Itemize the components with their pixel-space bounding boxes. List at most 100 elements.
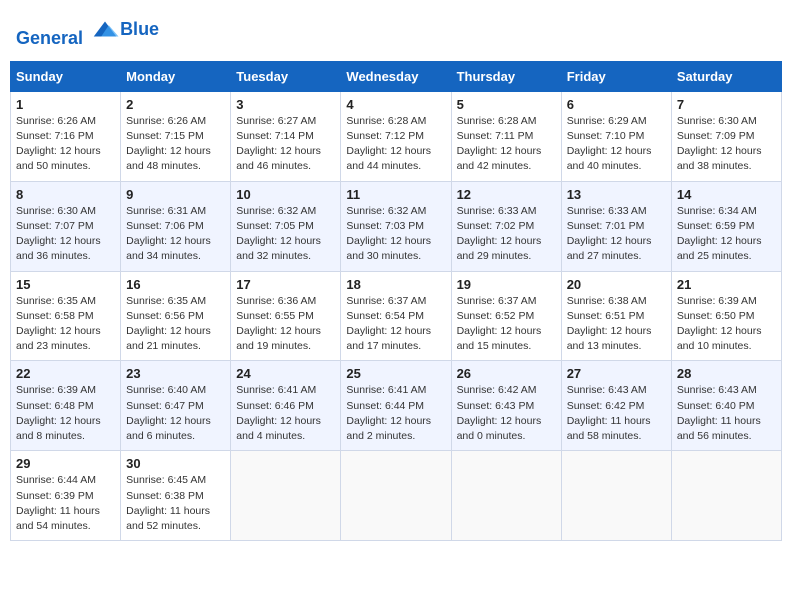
calendar-cell: 10 Sunrise: 6:32 AM Sunset: 7:05 PM Dayl… (231, 181, 341, 271)
calendar-cell: 4 Sunrise: 6:28 AM Sunset: 7:12 PM Dayli… (341, 91, 451, 181)
calendar-cell: 16 Sunrise: 6:35 AM Sunset: 6:56 PM Dayl… (121, 271, 231, 361)
day-number: 28 (677, 366, 776, 381)
calendar-cell: 7 Sunrise: 6:30 AM Sunset: 7:09 PM Dayli… (671, 91, 781, 181)
day-info: Sunrise: 6:38 AM Sunset: 6:51 PM Dayligh… (567, 294, 666, 355)
calendar-cell: 14 Sunrise: 6:34 AM Sunset: 6:59 PM Dayl… (671, 181, 781, 271)
calendar-cell: 18 Sunrise: 6:37 AM Sunset: 6:54 PM Dayl… (341, 271, 451, 361)
day-info: Sunrise: 6:37 AM Sunset: 6:54 PM Dayligh… (346, 294, 445, 355)
calendar-week-row: 29 Sunrise: 6:44 AM Sunset: 6:39 PM Dayl… (11, 451, 782, 541)
day-number: 21 (677, 277, 776, 292)
day-info: Sunrise: 6:41 AM Sunset: 6:46 PM Dayligh… (236, 383, 335, 444)
day-number: 12 (457, 187, 556, 202)
calendar-cell: 29 Sunrise: 6:44 AM Sunset: 6:39 PM Dayl… (11, 451, 121, 541)
day-info: Sunrise: 6:35 AM Sunset: 6:56 PM Dayligh… (126, 294, 225, 355)
day-number: 5 (457, 97, 556, 112)
calendar-cell: 6 Sunrise: 6:29 AM Sunset: 7:10 PM Dayli… (561, 91, 671, 181)
day-number: 3 (236, 97, 335, 112)
day-info: Sunrise: 6:33 AM Sunset: 7:01 PM Dayligh… (567, 204, 666, 265)
day-number: 23 (126, 366, 225, 381)
day-number: 9 (126, 187, 225, 202)
calendar-cell: 25 Sunrise: 6:41 AM Sunset: 6:44 PM Dayl… (341, 361, 451, 451)
day-info: Sunrise: 6:26 AM Sunset: 7:16 PM Dayligh… (16, 114, 115, 175)
day-info: Sunrise: 6:39 AM Sunset: 6:48 PM Dayligh… (16, 383, 115, 444)
day-info: Sunrise: 6:28 AM Sunset: 7:12 PM Dayligh… (346, 114, 445, 175)
calendar-cell: 27 Sunrise: 6:43 AM Sunset: 6:42 PM Dayl… (561, 361, 671, 451)
day-info: Sunrise: 6:34 AM Sunset: 6:59 PM Dayligh… (677, 204, 776, 265)
column-header-monday: Monday (121, 61, 231, 91)
calendar-cell: 15 Sunrise: 6:35 AM Sunset: 6:58 PM Dayl… (11, 271, 121, 361)
day-info: Sunrise: 6:26 AM Sunset: 7:15 PM Dayligh… (126, 114, 225, 175)
day-number: 30 (126, 456, 225, 471)
day-number: 20 (567, 277, 666, 292)
day-info: Sunrise: 6:42 AM Sunset: 6:43 PM Dayligh… (457, 383, 556, 444)
calendar-cell: 11 Sunrise: 6:32 AM Sunset: 7:03 PM Dayl… (341, 181, 451, 271)
day-info: Sunrise: 6:36 AM Sunset: 6:55 PM Dayligh… (236, 294, 335, 355)
calendar-cell (561, 451, 671, 541)
column-header-wednesday: Wednesday (341, 61, 451, 91)
day-number: 6 (567, 97, 666, 112)
day-number: 17 (236, 277, 335, 292)
day-number: 24 (236, 366, 335, 381)
calendar-cell: 26 Sunrise: 6:42 AM Sunset: 6:43 PM Dayl… (451, 361, 561, 451)
day-number: 22 (16, 366, 115, 381)
calendar-cell: 22 Sunrise: 6:39 AM Sunset: 6:48 PM Dayl… (11, 361, 121, 451)
calendar-cell: 9 Sunrise: 6:31 AM Sunset: 7:06 PM Dayli… (121, 181, 231, 271)
day-info: Sunrise: 6:40 AM Sunset: 6:47 PM Dayligh… (126, 383, 225, 444)
calendar-cell: 8 Sunrise: 6:30 AM Sunset: 7:07 PM Dayli… (11, 181, 121, 271)
day-info: Sunrise: 6:44 AM Sunset: 6:39 PM Dayligh… (16, 473, 115, 534)
calendar-week-row: 15 Sunrise: 6:35 AM Sunset: 6:58 PM Dayl… (11, 271, 782, 361)
column-header-tuesday: Tuesday (231, 61, 341, 91)
day-number: 11 (346, 187, 445, 202)
calendar-cell: 21 Sunrise: 6:39 AM Sunset: 6:50 PM Dayl… (671, 271, 781, 361)
column-header-sunday: Sunday (11, 61, 121, 91)
day-info: Sunrise: 6:32 AM Sunset: 7:03 PM Dayligh… (346, 204, 445, 265)
logo-blue: Blue (120, 20, 159, 40)
calendar-week-row: 8 Sunrise: 6:30 AM Sunset: 7:07 PM Dayli… (11, 181, 782, 271)
day-number: 29 (16, 456, 115, 471)
calendar-cell: 1 Sunrise: 6:26 AM Sunset: 7:16 PM Dayli… (11, 91, 121, 181)
day-info: Sunrise: 6:33 AM Sunset: 7:02 PM Dayligh… (457, 204, 556, 265)
calendar-cell (671, 451, 781, 541)
calendar-header-row: SundayMondayTuesdayWednesdayThursdayFrid… (11, 61, 782, 91)
calendar-cell: 17 Sunrise: 6:36 AM Sunset: 6:55 PM Dayl… (231, 271, 341, 361)
calendar-cell (231, 451, 341, 541)
day-number: 19 (457, 277, 556, 292)
calendar-cell: 24 Sunrise: 6:41 AM Sunset: 6:46 PM Dayl… (231, 361, 341, 451)
day-info: Sunrise: 6:27 AM Sunset: 7:14 PM Dayligh… (236, 114, 335, 175)
calendar-cell: 20 Sunrise: 6:38 AM Sunset: 6:51 PM Dayl… (561, 271, 671, 361)
calendar-cell (451, 451, 561, 541)
calendar-cell: 28 Sunrise: 6:43 AM Sunset: 6:40 PM Dayl… (671, 361, 781, 451)
day-number: 15 (16, 277, 115, 292)
day-info: Sunrise: 6:43 AM Sunset: 6:40 PM Dayligh… (677, 383, 776, 444)
logo-text: General (16, 14, 120, 49)
day-info: Sunrise: 6:43 AM Sunset: 6:42 PM Dayligh… (567, 383, 666, 444)
day-info: Sunrise: 6:28 AM Sunset: 7:11 PM Dayligh… (457, 114, 556, 175)
calendar-cell: 2 Sunrise: 6:26 AM Sunset: 7:15 PM Dayli… (121, 91, 231, 181)
day-number: 18 (346, 277, 445, 292)
logo-general: General (16, 28, 83, 48)
day-number: 4 (346, 97, 445, 112)
day-number: 1 (16, 97, 115, 112)
day-info: Sunrise: 6:35 AM Sunset: 6:58 PM Dayligh… (16, 294, 115, 355)
calendar-cell (341, 451, 451, 541)
column-header-thursday: Thursday (451, 61, 561, 91)
day-number: 25 (346, 366, 445, 381)
day-number: 2 (126, 97, 225, 112)
calendar-cell: 12 Sunrise: 6:33 AM Sunset: 7:02 PM Dayl… (451, 181, 561, 271)
calendar-cell: 13 Sunrise: 6:33 AM Sunset: 7:01 PM Dayl… (561, 181, 671, 271)
logo: General Blue (16, 14, 159, 49)
day-number: 10 (236, 187, 335, 202)
page-header: General Blue (10, 10, 782, 53)
column-header-saturday: Saturday (671, 61, 781, 91)
day-number: 13 (567, 187, 666, 202)
calendar-week-row: 22 Sunrise: 6:39 AM Sunset: 6:48 PM Dayl… (11, 361, 782, 451)
day-info: Sunrise: 6:41 AM Sunset: 6:44 PM Dayligh… (346, 383, 445, 444)
day-number: 16 (126, 277, 225, 292)
logo-icon (90, 14, 120, 44)
day-info: Sunrise: 6:31 AM Sunset: 7:06 PM Dayligh… (126, 204, 225, 265)
calendar-cell: 5 Sunrise: 6:28 AM Sunset: 7:11 PM Dayli… (451, 91, 561, 181)
calendar-table: SundayMondayTuesdayWednesdayThursdayFrid… (10, 61, 782, 541)
day-number: 26 (457, 366, 556, 381)
day-number: 7 (677, 97, 776, 112)
day-info: Sunrise: 6:29 AM Sunset: 7:10 PM Dayligh… (567, 114, 666, 175)
